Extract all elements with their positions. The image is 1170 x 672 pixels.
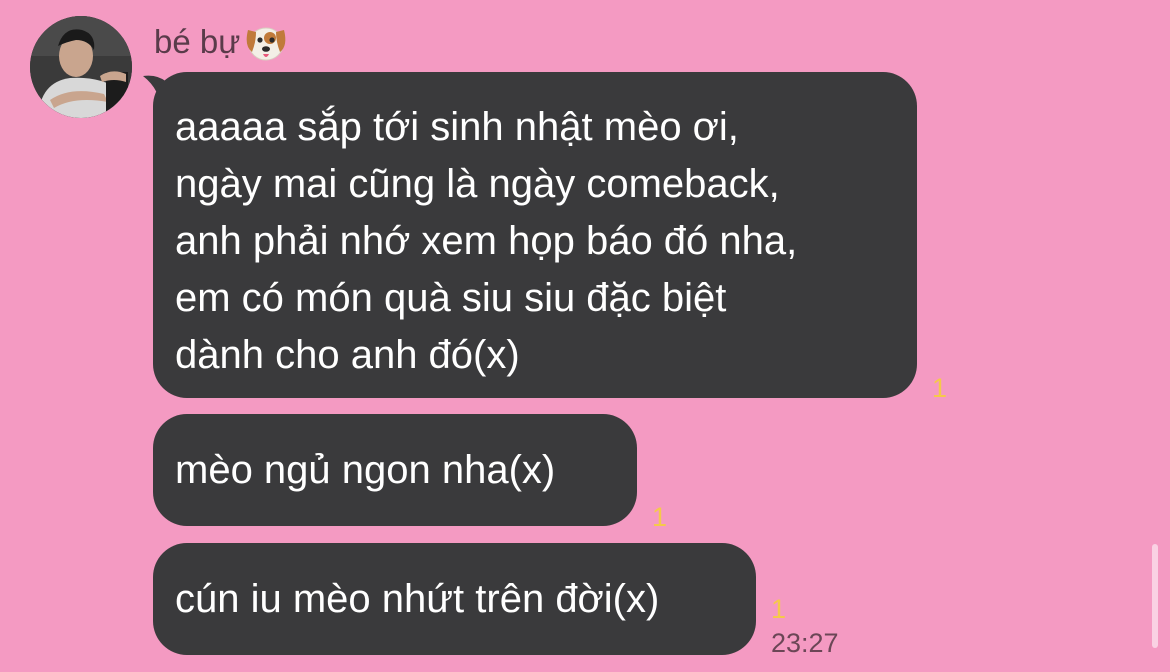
sender-header: bé bự xyxy=(154,20,290,64)
unread-count: 1 xyxy=(771,594,787,624)
scrollbar[interactable] xyxy=(1152,544,1158,648)
contact-avatar[interactable] xyxy=(30,16,132,118)
message-bubble[interactable]: mèo ngủ ngon nha(x) xyxy=(153,414,637,526)
unread-count: 1 xyxy=(652,502,668,532)
sender-name: bé bự xyxy=(154,23,241,60)
message-bubble[interactable]: cún iu mèo nhứt trên đời(x) xyxy=(153,543,756,655)
message-timestamp: 23:27 xyxy=(771,628,839,658)
avatar-photo xyxy=(30,16,132,118)
unread-count: 1 xyxy=(932,373,948,403)
dog-face-icon xyxy=(242,20,290,64)
message-bubble[interactable]: aaaaa sắp tới sinh nhật mèo ơi, ngày mai… xyxy=(153,72,917,398)
